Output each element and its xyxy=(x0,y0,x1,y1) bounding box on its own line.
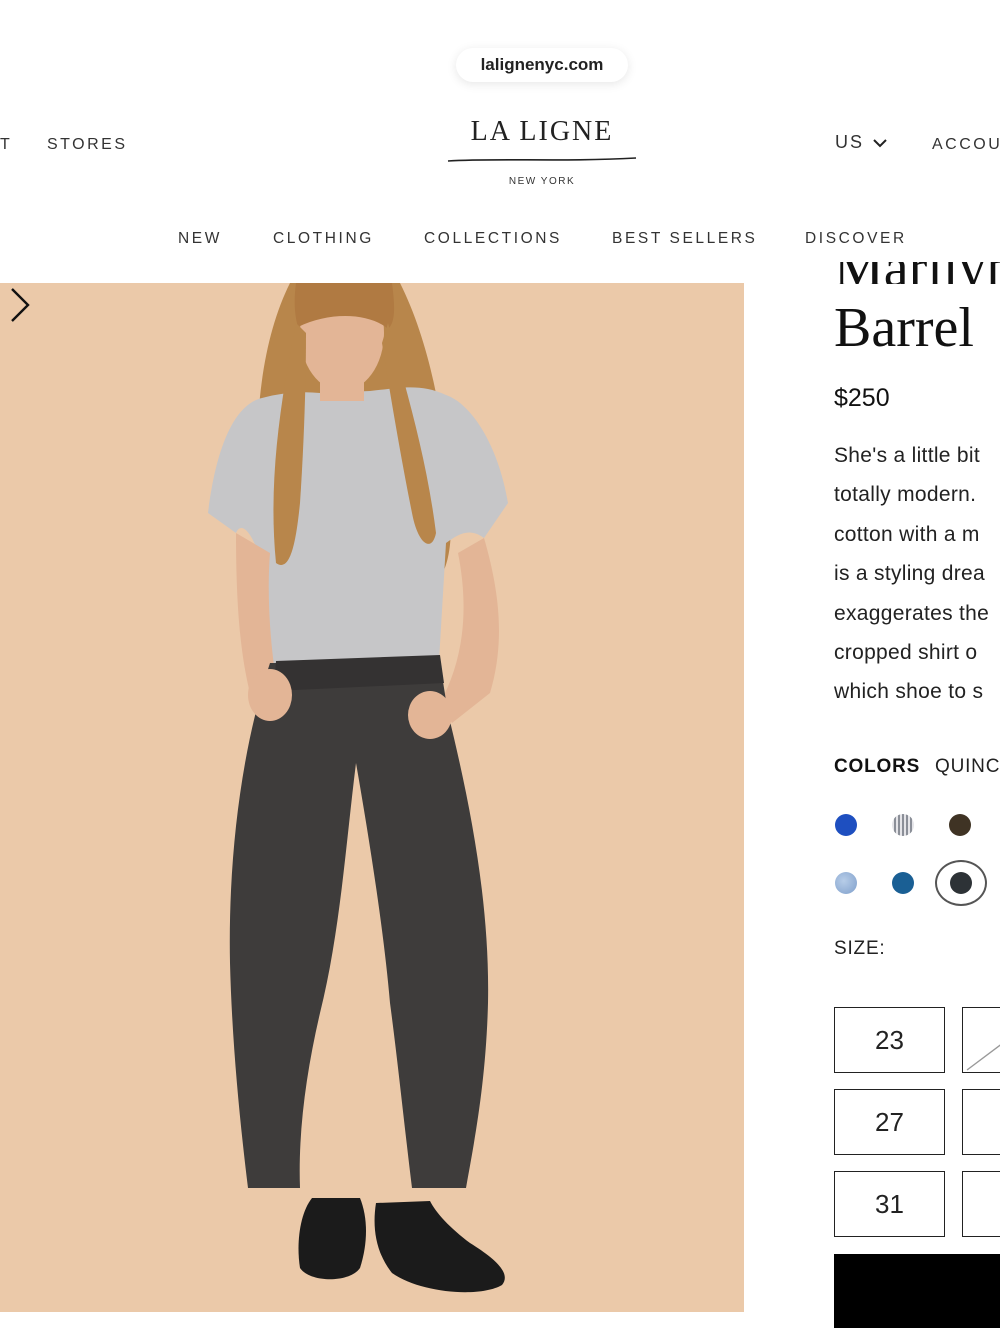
size-option[interactable]: 31 xyxy=(834,1171,945,1237)
add-to-bag-button[interactable] xyxy=(834,1254,1000,1328)
swatch-charcoal-selected[interactable] xyxy=(950,872,972,894)
size-option[interactable]: 27 xyxy=(834,1089,945,1155)
main-navigation: NEW CLOTHING COLLECTIONS BEST SELLERS DI… xyxy=(0,230,1000,252)
product-title-clipped: Marilyn xyxy=(834,262,1000,284)
description-line: is a styling drea xyxy=(834,562,986,585)
description-line: exaggerates the xyxy=(834,602,990,625)
description-line: cotton with a m xyxy=(834,523,980,546)
swatch-brown[interactable] xyxy=(949,814,971,836)
swatch-stripe[interactable] xyxy=(892,814,914,836)
nav-clothing[interactable]: CLOTHING xyxy=(273,230,374,248)
unavailable-slash-icon xyxy=(966,1044,1000,1071)
header-link-stores[interactable]: STORES xyxy=(47,136,128,154)
nav-best-sellers[interactable]: BEST SELLERS xyxy=(612,230,758,248)
url-bar[interactable]: lalignenyc.com xyxy=(456,48,628,82)
chevron-down-icon xyxy=(873,138,887,147)
swatch-teal-blue[interactable] xyxy=(892,872,914,894)
nav-new[interactable]: NEW xyxy=(178,230,222,248)
product-image-gallery[interactable] xyxy=(0,283,744,1312)
logo-wordmark: LA LIGNE xyxy=(470,116,614,147)
swatch-light-wash[interactable] xyxy=(835,872,857,894)
swatch-cobalt[interactable] xyxy=(835,814,857,836)
size-option-clipped[interactable] xyxy=(962,1089,1000,1155)
colors-label: COLORS xyxy=(834,756,921,777)
description-line: cropped shirt o xyxy=(834,641,978,664)
product-photo-model xyxy=(208,283,508,1293)
description-line: which shoe to s xyxy=(834,680,984,703)
size-option-unavailable[interactable] xyxy=(962,1007,1000,1073)
selected-color-name: QUINC xyxy=(935,756,1000,777)
brand-logo[interactable]: LA LIGNE NEW YORK xyxy=(446,112,638,192)
chevron-right-icon[interactable] xyxy=(0,283,40,327)
header-link-clipped[interactable]: T xyxy=(0,136,12,154)
size-option-clipped[interactable] xyxy=(962,1171,1000,1237)
region-selector[interactable]: US xyxy=(835,132,888,153)
product-title: Barrel xyxy=(834,297,974,359)
logo-tagline: NEW YORK xyxy=(508,176,576,187)
size-label: SIZE: xyxy=(834,938,886,959)
nav-collections[interactable]: COLLECTIONS xyxy=(424,230,562,248)
logo-underline xyxy=(447,157,637,162)
nav-discover[interactable]: DISCOVER xyxy=(805,230,907,248)
description-line: totally modern. xyxy=(834,483,977,506)
size-option[interactable]: 23 xyxy=(834,1007,945,1073)
product-price: $250 xyxy=(834,384,890,412)
region-label: US xyxy=(835,132,865,152)
header-link-account[interactable]: ACCOU xyxy=(932,136,1000,154)
description-line: She's a little bit xyxy=(834,444,980,467)
product-title-top: Marilyn xyxy=(834,262,1000,284)
